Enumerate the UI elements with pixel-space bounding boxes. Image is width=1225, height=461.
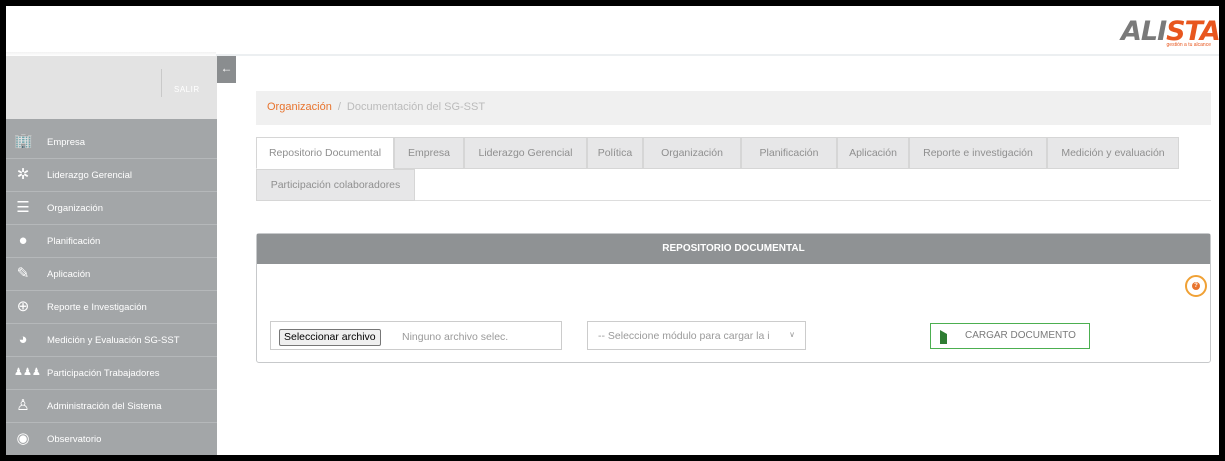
breadcrumb-parent-link[interactable]: Organización	[267, 101, 332, 113]
tab-bar: Repositorio Documental Empresa Liderazgo…	[256, 137, 1211, 201]
repository-panel: REPOSITORIO DOCUMENTAL ? Seleccionar arc…	[256, 233, 1211, 363]
sidebar-item-planificacion[interactable]: ● Planificación	[6, 225, 217, 258]
panel-title: REPOSITORIO DOCUMENTAL	[257, 234, 1210, 264]
breadcrumb-current: Documentación del SG-SST	[346, 101, 486, 113]
arrow-left-icon: ←	[220, 61, 233, 75]
user-admin-icon: ♙	[16, 397, 30, 414]
sidebar-item-aplicacion[interactable]: ✎ Aplicación	[6, 258, 217, 291]
profile-divider	[161, 69, 162, 97]
sidebar-item-medicion[interactable]: ◕ Medición y Evaluación SG-SST	[6, 324, 217, 357]
sidebar: SALIR 🏢 Empresa ✲ Liderazgo Gerencial ☰ …	[6, 56, 217, 455]
building-icon: 🏢	[14, 133, 33, 150]
brand-logo: ALISTA gestión a tu alcance	[1121, 16, 1219, 48]
tab-reporte-investigacion[interactable]: Reporte e investigación	[909, 137, 1047, 169]
upload-document-button[interactable]: CARGAR DOCUMENTO	[930, 323, 1090, 349]
module-select[interactable]: -- Seleccione módulo para cargar la i ∨	[587, 321, 806, 350]
sidebar-item-organizacion[interactable]: ☰ Organización	[6, 192, 217, 225]
magnifier-icon: ⊕	[16, 298, 30, 315]
help-button[interactable]: ?	[1185, 275, 1207, 297]
sidebar-item-liderazgo[interactable]: ✲ Liderazgo Gerencial	[6, 159, 217, 192]
sidebar-item-observatorio[interactable]: ◉ Observatorio	[6, 423, 217, 455]
group-icon: ♟♟♟	[14, 367, 41, 378]
tab-aplicacion[interactable]: Aplicación	[837, 137, 909, 169]
app-window: ALISTA gestión a tu alcance SALIR 🏢 Empr…	[6, 6, 1219, 455]
top-bar: ALISTA gestión a tu alcance	[6, 6, 1219, 56]
profile-area: SALIR	[6, 56, 217, 119]
sidebar-item-empresa[interactable]: 🏢 Empresa	[6, 126, 217, 159]
tab-empresa[interactable]: Empresa	[394, 137, 464, 169]
globe-icon: ◉	[16, 430, 30, 447]
tab-politica[interactable]: Política	[587, 137, 643, 169]
pencil-icon: ✎	[16, 265, 30, 282]
sidebar-item-participacion[interactable]: ♟♟♟ Participación Trabajadores	[6, 357, 217, 390]
tab-planificacion[interactable]: Planificación	[741, 137, 837, 169]
choose-file-button[interactable]: Seleccionar archivo	[279, 329, 381, 346]
pie-chart-icon: ◕	[18, 331, 28, 348]
sidebar-item-administracion[interactable]: ♙ Administración del Sistema	[6, 390, 217, 423]
tab-medicion-evaluacion[interactable]: Medición y evaluación	[1047, 137, 1179, 169]
question-icon: ?	[1192, 282, 1200, 290]
sidebar-menu: 🏢 Empresa ✲ Liderazgo Gerencial ☰ Organi…	[6, 126, 217, 455]
list-icon: ☰	[16, 199, 30, 216]
file-input[interactable]: Seleccionar archivo Ninguno archivo sele…	[270, 321, 562, 350]
collapse-sidebar-button[interactable]: ←	[217, 56, 236, 83]
people-network-icon: ✲	[16, 166, 30, 183]
upload-flag-icon	[940, 330, 947, 344]
head-gear-icon: ●	[18, 232, 28, 249]
tab-liderazgo-gerencial[interactable]: Liderazgo Gerencial	[464, 137, 587, 169]
tab-participacion-colaboradores[interactable]: Participación colaboradores	[256, 169, 415, 201]
chevron-down-icon: ∨	[789, 330, 795, 339]
sidebar-item-reporte[interactable]: ⊕ Reporte e Investigación	[6, 291, 217, 324]
tab-organizacion[interactable]: Organización	[643, 137, 741, 169]
breadcrumb: Organización / Documentación del SG-SST	[256, 91, 1211, 125]
file-status: Ninguno archivo selec.	[402, 331, 509, 343]
logout-link[interactable]: SALIR	[174, 85, 200, 94]
tab-repositorio-documental[interactable]: Repositorio Documental	[256, 137, 394, 169]
